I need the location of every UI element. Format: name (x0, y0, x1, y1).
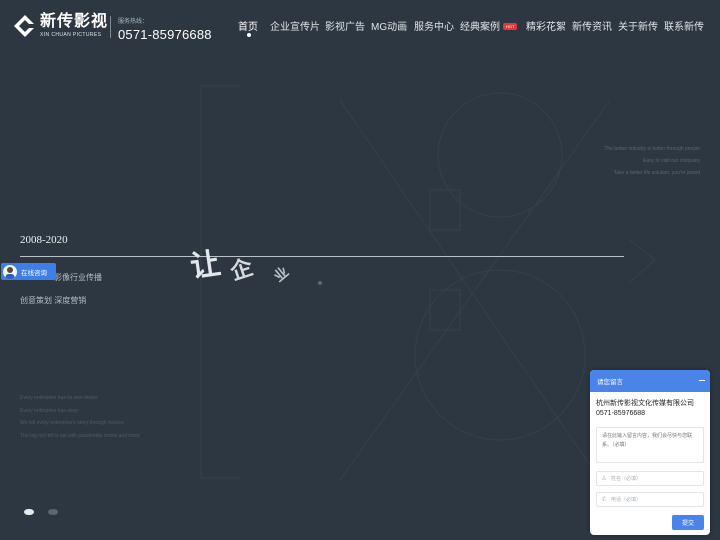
en-right-line: Take a better life solution, you're join… (613, 170, 700, 176)
nav-label: 企业宣传片 (270, 22, 320, 33)
company-info: 杭州新传影视文化传媒有限公司 0571-85976688 (590, 392, 710, 419)
message-panel: 请您留言 杭州新传影视文化传媒有限公司 0571-85976688 ♙ 姓名（必… (590, 370, 710, 535)
hero-slogan-1: 影像行业传播 (54, 273, 102, 282)
nav-label: 联系新传 (664, 22, 704, 33)
hot-badge: HOT (503, 23, 518, 30)
nav-item-highlights[interactable]: 精彩花絮 (526, 18, 566, 33)
nav-active-dot (247, 33, 251, 37)
nav-item-home[interactable]: 首页 (238, 18, 258, 37)
person-icon (5, 266, 15, 279)
company-name: 杭州新传影视文化传媒有限公司 (596, 400, 694, 407)
en-right-line: The better industry is better through pe… (604, 146, 700, 152)
nav-item-service-center[interactable]: 服务中心 (414, 18, 454, 33)
hero-years: 2008-2020 (20, 234, 68, 246)
en-left-line: Every enterprise has story (20, 407, 79, 414)
site-header: 新传影视 XIN CHUAN PICTURES 服务热线： 0571-85976… (0, 0, 720, 50)
nav-label: 首页 (238, 22, 258, 33)
slider-dot[interactable] (48, 509, 59, 515)
nav-item-mg-animation[interactable]: MG动画 (371, 18, 407, 33)
hero-divider (20, 256, 624, 257)
company-phone: 0571-85976688 (596, 410, 646, 417)
phone-placeholder: 电话（必填） (611, 497, 642, 503)
en-left-line: Every enterprise has its own desire (20, 395, 98, 401)
message-input[interactable] (596, 427, 704, 463)
nav-item-news[interactable]: 新传资讯 (572, 18, 612, 33)
nav-item-tv-ads[interactable]: 影视广告 (325, 18, 365, 33)
message-panel-title: 请您留言 (597, 379, 623, 386)
en-left-line: The big rich bill is set with passionate… (20, 432, 140, 439)
main-nav: 首页 企业宣传片 影视广告 MG动画 服务中心 经典案例 HOT 精彩花絮 新传资… (0, 18, 720, 38)
nav-item-corporate-video[interactable]: 企业宣传片 (270, 18, 320, 33)
user-icon: ♙ (601, 476, 607, 482)
en-left-line: We tell every enterprise's story through… (20, 420, 124, 426)
en-right-line: Easy to visit our company (643, 158, 700, 164)
hero-english-left: Every enterprise has its own desire Ever… (20, 392, 140, 442)
online-consult-button[interactable]: 在线咨询 (1, 263, 56, 280)
hero-english-right: The better industry is better through pe… (560, 143, 700, 179)
nav-label: 精彩花絮 (526, 22, 566, 33)
name-field[interactable]: ♙ 姓名（必填） (596, 471, 704, 486)
slider-pagination (24, 502, 68, 520)
nav-label: 影视广告 (325, 22, 365, 33)
nav-item-cases[interactable]: 经典案例 HOT (460, 18, 518, 33)
nav-item-contact[interactable]: 联系新传 (664, 18, 704, 33)
hero-slogan-2: 创意策划 深度营销 (20, 296, 87, 305)
nav-label: 关于新传 (618, 22, 658, 33)
nav-label: 经典案例 (460, 22, 500, 33)
nav-label: 新传资讯 (572, 22, 612, 33)
nav-label: MG动画 (371, 22, 408, 33)
minimize-icon[interactable] (699, 380, 705, 382)
nav-item-about[interactable]: 关于新传 (618, 18, 658, 33)
hero-char-1: 让 (188, 247, 223, 284)
phone-icon: ✆ (601, 497, 607, 503)
message-panel-header: 请您留言 (590, 370, 710, 392)
name-placeholder: 姓名（必填） (611, 476, 642, 482)
phone-field[interactable]: ✆ 电话（必填） (596, 492, 704, 507)
consult-label: 在线咨询 (21, 269, 47, 277)
slider-dot-active[interactable] (24, 509, 34, 515)
nav-label: 服务中心 (414, 22, 454, 33)
consult-avatar-icon (3, 264, 17, 279)
submit-button[interactable]: 提交 (672, 515, 704, 530)
